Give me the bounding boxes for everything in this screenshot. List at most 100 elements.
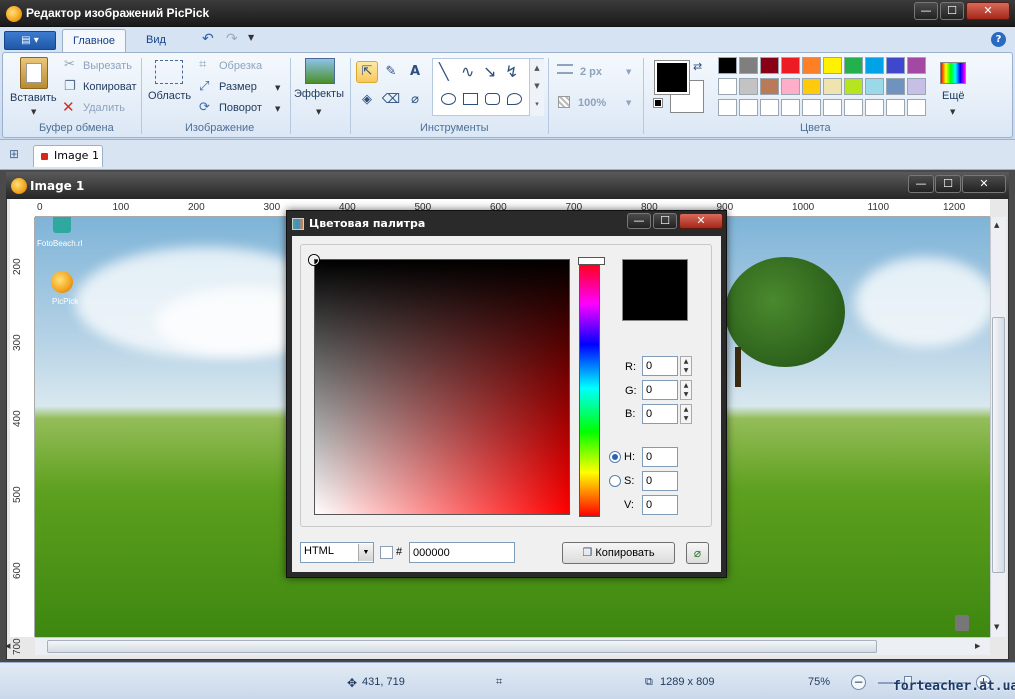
effects-dropdown-icon[interactable]: ▼ [316, 108, 321, 116]
color-swatch[interactable] [907, 78, 926, 95]
effects-button[interactable]: Эффекты [294, 88, 344, 100]
file-menu-button[interactable]: ▤ ▾ [4, 31, 56, 50]
help-icon[interactable]: ? [991, 32, 1006, 47]
s-radio[interactable] [609, 475, 621, 487]
dialog-maximize-button[interactable]: ☐ [653, 213, 677, 229]
color-swatch[interactable] [760, 99, 779, 116]
crop-button[interactable]: Обрезка [219, 60, 262, 72]
quick-access-dropdown-icon[interactable]: ▼ [248, 33, 254, 42]
rounded-rect-shape-icon[interactable] [485, 93, 500, 105]
vertical-scroll-thumb[interactable] [992, 317, 1005, 573]
color-swatch[interactable] [739, 78, 758, 95]
picpick-app-icon[interactable] [6, 6, 22, 22]
color-swatch[interactable] [886, 57, 905, 74]
color-swatch[interactable] [823, 57, 842, 74]
stroke-dropdown-icon[interactable]: ▼ [626, 68, 631, 76]
color-swatch[interactable] [802, 57, 821, 74]
color-swatch[interactable] [823, 99, 842, 116]
desktop-file-icon[interactable] [53, 217, 71, 233]
color-swatch[interactable] [823, 78, 842, 95]
delete-button[interactable]: Удалить [83, 102, 125, 114]
zoom-out-icon[interactable]: − [851, 675, 866, 690]
minimize-button[interactable]: — [914, 2, 938, 20]
recycle-bin-icon[interactable] [955, 615, 969, 631]
paste-button[interactable]: Вставить [10, 92, 57, 104]
rectangle-shape-icon[interactable] [463, 93, 478, 105]
color-swatch[interactable] [844, 78, 863, 95]
color-swatch[interactable] [886, 78, 905, 95]
tab-view[interactable]: Вид [136, 29, 176, 52]
primary-color[interactable] [654, 60, 690, 95]
copy-color-button[interactable]: ❐ Копировать [562, 542, 675, 564]
color-swatch[interactable] [865, 78, 884, 95]
more-colors-icon[interactable] [940, 62, 966, 84]
scroll-left-icon[interactable]: ◀ [5, 642, 10, 650]
tab-home[interactable]: Главное [62, 29, 127, 52]
dialog-minimize-button[interactable]: — [627, 213, 651, 229]
vertical-scrollbar[interactable]: ▲ ▼ [990, 217, 1006, 637]
cut-button[interactable]: Вырезать [83, 60, 132, 72]
horizontal-scroll-thumb[interactable] [47, 640, 877, 653]
scroll-up-icon[interactable]: ▲ [994, 221, 999, 229]
rotate-button[interactable]: Поворот [219, 102, 262, 114]
stroke-width-value[interactable]: 2 px [580, 66, 602, 78]
color-swatch[interactable] [802, 78, 821, 95]
hue-slider[interactable] [578, 257, 605, 517]
select-tool-icon[interactable]: ⇱ [356, 61, 378, 83]
color-swatch[interactable] [865, 99, 884, 116]
fill-tool-icon[interactable]: ◈ [356, 89, 378, 111]
r-input[interactable] [642, 356, 678, 376]
color-swatch[interactable] [907, 57, 926, 74]
hex-input[interactable] [409, 542, 515, 563]
color-swatch[interactable] [886, 99, 905, 116]
scroll-right-icon[interactable]: ▶ [975, 642, 980, 650]
image-maximize-button[interactable]: ☐ [935, 175, 961, 193]
swap-colors-icon[interactable]: ⇄ [693, 60, 702, 73]
dialog-close-button[interactable]: ✕ [679, 213, 723, 229]
resize-dropdown-icon[interactable]: ▼ [275, 84, 280, 92]
r-spinner[interactable]: ▲ ▼ [680, 356, 692, 376]
color-swatch[interactable] [739, 99, 758, 116]
color-swatch[interactable] [781, 57, 800, 74]
color-swatch[interactable] [718, 99, 737, 116]
opacity-value[interactable]: 100% [578, 97, 606, 109]
h-radio[interactable] [609, 451, 621, 463]
horizontal-scrollbar[interactable]: ◀ ▶ [5, 637, 990, 655]
paste-icon[interactable] [20, 57, 48, 89]
rotate-dropdown-icon[interactable]: ▼ [275, 105, 280, 113]
color-swatch[interactable] [781, 78, 800, 95]
color-swatch[interactable] [802, 99, 821, 116]
eyedropper-button[interactable]: ⌀ [686, 542, 709, 564]
effects-icon[interactable] [305, 58, 335, 84]
hash-checkbox[interactable] [380, 546, 393, 559]
v-input[interactable] [642, 495, 678, 515]
color-swatch[interactable] [718, 57, 737, 74]
color-swatch[interactable] [865, 57, 884, 74]
color-swatch[interactable] [907, 99, 926, 116]
maximize-button[interactable]: ☐ [940, 2, 964, 20]
color-swatch[interactable] [760, 57, 779, 74]
grid-view-icon[interactable]: ⊞ [9, 147, 19, 161]
more-colors-dropdown-icon[interactable]: ▼ [950, 108, 955, 116]
format-dropdown-icon[interactable]: ▼ [358, 544, 373, 561]
shapes-scroll-icon[interactable]: ▲ ▼ ▾ [529, 59, 544, 116]
resize-button[interactable]: Размер [219, 81, 257, 93]
area-select-icon[interactable] [155, 60, 183, 84]
pen-tool-icon[interactable]: ✎ [380, 61, 402, 83]
g-input[interactable] [642, 380, 678, 400]
eyedropper-tool-icon[interactable]: ⌀ [404, 89, 426, 111]
b-spinner[interactable]: ▲ ▼ [680, 404, 692, 424]
image-close-button[interactable]: ✕ [962, 175, 1006, 193]
h-input[interactable] [642, 447, 678, 467]
line-shape-icon[interactable]: ╲ [439, 62, 449, 81]
b-input[interactable] [642, 404, 678, 424]
opacity-dropdown-icon[interactable]: ▼ [626, 99, 631, 107]
format-select[interactable]: HTML ▼ [300, 542, 374, 563]
eraser-tool-icon[interactable]: ⌫ [380, 89, 402, 111]
color-swatch[interactable] [844, 99, 863, 116]
curved-arrow-shape-icon[interactable]: ↯ [505, 62, 518, 81]
color-swatch[interactable] [781, 99, 800, 116]
color-swatch[interactable] [844, 57, 863, 74]
text-tool-icon[interactable]: A [404, 61, 426, 83]
paste-dropdown-icon[interactable]: ▼ [31, 108, 36, 116]
